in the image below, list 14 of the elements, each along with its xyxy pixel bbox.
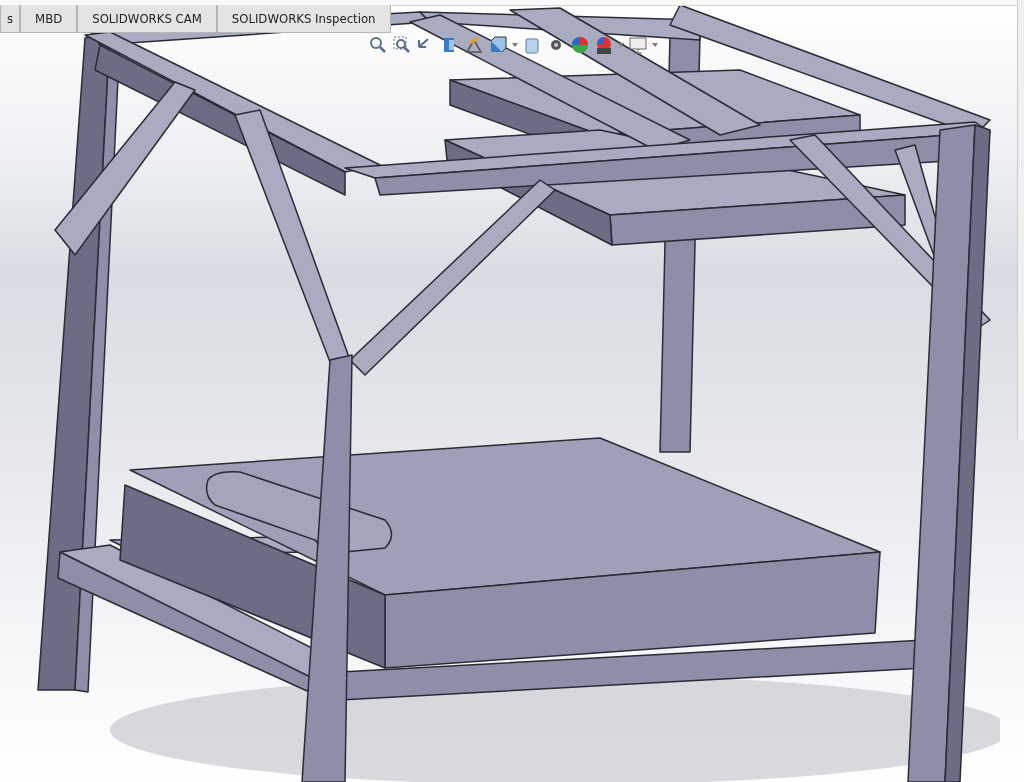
tab[interactable]: SOLIDWORKS Inspection	[216, 5, 391, 33]
caret-icon[interactable]	[618, 43, 624, 47]
tab[interactable]: SOLIDWORKS CAM	[77, 5, 217, 33]
monitor-icon[interactable]	[628, 35, 648, 55]
tab[interactable]: MBD	[20, 5, 78, 33]
tab[interactable]: s	[0, 5, 21, 33]
caret-icon[interactable]	[652, 43, 658, 47]
zoom-area-icon[interactable]	[392, 35, 412, 55]
cube-icon[interactable]	[488, 35, 508, 55]
caret-icon[interactable]	[512, 43, 518, 47]
zoom-to-fit-icon[interactable]	[368, 35, 388, 55]
annotation-icon[interactable]	[464, 35, 484, 55]
appearance-icon[interactable]	[570, 35, 590, 55]
scene-icon[interactable]	[594, 35, 614, 55]
